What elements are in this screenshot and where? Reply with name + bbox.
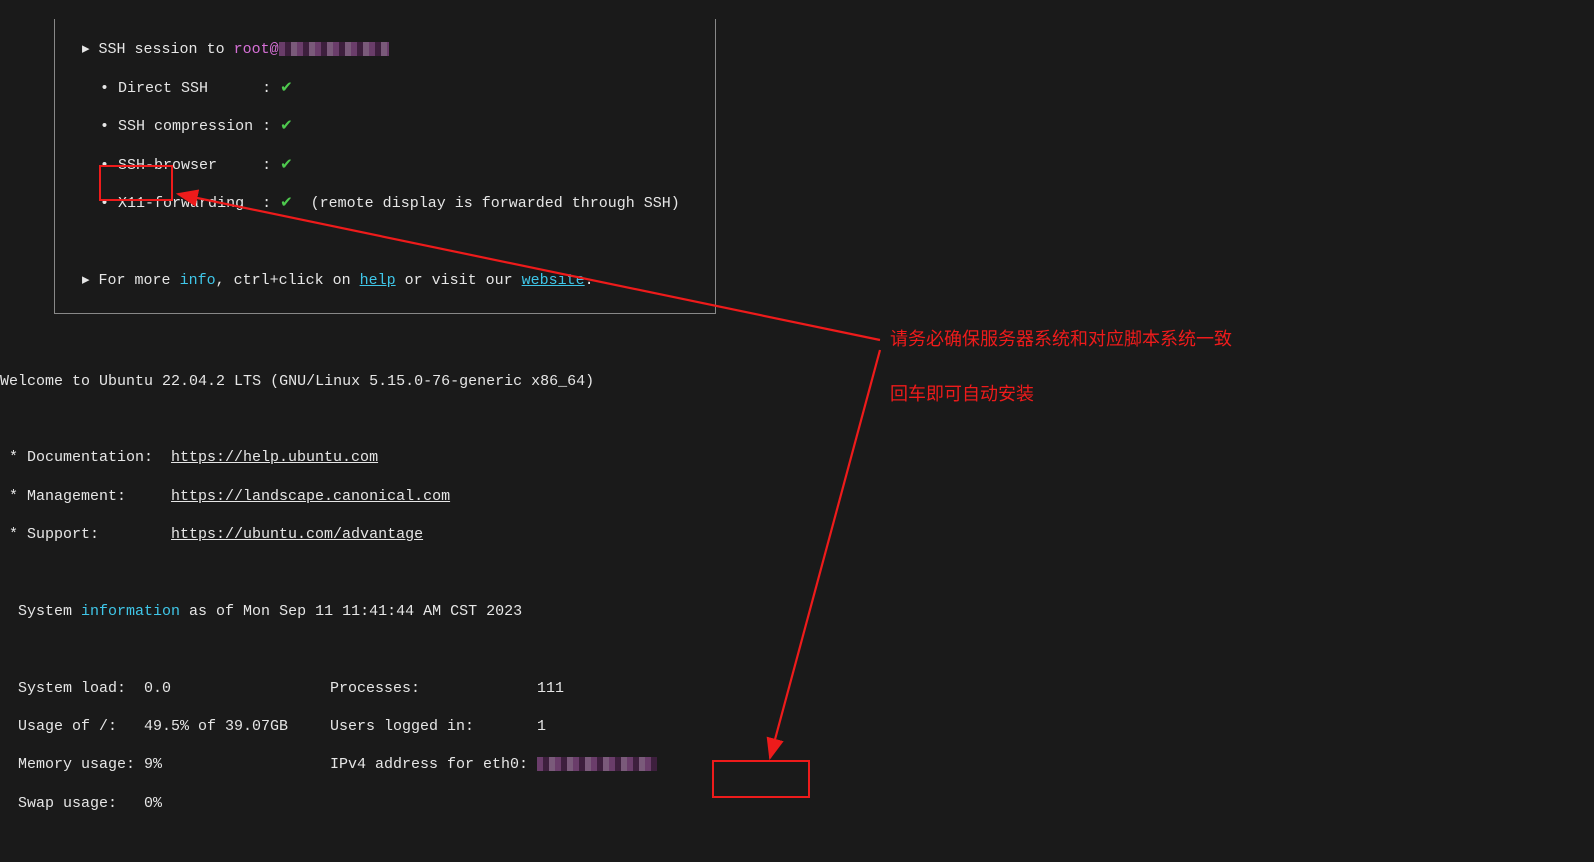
- stat-left: System load: 0.0: [0, 679, 330, 698]
- mgmt-label: * Management:: [0, 488, 171, 505]
- check-icon: ✔: [280, 157, 293, 174]
- sysinfo-prefix: System: [0, 603, 81, 620]
- stat-right: Users logged in: 1: [330, 718, 546, 735]
- redacted-host: [279, 42, 389, 56]
- ssh-feature-line: • Direct SSH : ✔: [55, 79, 715, 98]
- mgmt-url[interactable]: https://landscape.canonical.com: [171, 488, 450, 505]
- feat-label: SSH compression: [118, 118, 253, 135]
- sysinfo-suffix: as of Mon Sep 11 11:41:44 AM CST 2023: [180, 603, 522, 620]
- blank-line: [0, 410, 1134, 429]
- feat-colon: :: [244, 195, 280, 212]
- ssh-banner-box: ▸ SSH session to root@ • Direct SSH : ✔ …: [54, 19, 716, 314]
- check-icon: ✔: [280, 80, 293, 97]
- more-prefix: For more: [99, 272, 180, 289]
- feat-label: SSH-browser: [118, 157, 217, 174]
- ssh-user: root@: [234, 41, 279, 58]
- mgmt-line: * Management: https://landscape.canonica…: [0, 487, 1134, 506]
- website-link[interactable]: website: [522, 272, 585, 289]
- ssh-more-line: ▸ For more info, ctrl+click on help or v…: [55, 271, 715, 290]
- check-icon: ✔: [280, 118, 293, 135]
- ssh-session-prefix: SSH session to: [99, 41, 234, 58]
- feat-trail: (remote display is forwarded through SSH…: [293, 195, 680, 212]
- feat-label: Direct SSH: [118, 80, 208, 97]
- blank-line: [55, 232, 715, 251]
- doc-url[interactable]: https://help.ubuntu.com: [171, 449, 378, 466]
- ssh-feature-line: • X11-forwarding : ✔ (remote display is …: [55, 194, 715, 213]
- blank-line: [0, 640, 1134, 659]
- stat-line: Swap usage: 0%: [0, 794, 1134, 813]
- more-end: .: [585, 272, 594, 289]
- annotation-text-2: 回车即可自动安装: [890, 383, 1034, 406]
- feat-colon: :: [208, 80, 280, 97]
- ssh-session-line: ▸ SSH session to root@: [55, 40, 715, 59]
- stat-line: Usage of /: 49.5% of 39.07GBUsers logged…: [0, 717, 1134, 736]
- welcome-os: Ubuntu: [99, 373, 153, 390]
- doc-line: * Documentation: https://help.ubuntu.com: [0, 448, 1134, 467]
- stat-left: Memory usage: 9%: [0, 755, 330, 774]
- terminal-output: ▸ SSH session to root@ • Direct SSH : ✔ …: [0, 0, 1134, 862]
- welcome-suffix: 22.04.2 LTS (GNU/Linux 5.15.0-76-generic…: [153, 373, 594, 390]
- more-mid: , ctrl+click on: [216, 272, 360, 289]
- ssh-feature-line: • SSH compression : ✔: [55, 117, 715, 136]
- sysinfo-word: information: [81, 603, 180, 620]
- stat-right: IPv4 address for eth0:: [330, 756, 537, 773]
- blank-line: [0, 563, 1134, 582]
- feat-label: X11-forwarding: [118, 195, 244, 212]
- support-line: * Support: https://ubuntu.com/advantage: [0, 525, 1134, 544]
- annotation-text-1: 请务必确保服务器系统和对应脚本系统一致: [890, 328, 1232, 351]
- welcome-prefix: Welcome to: [0, 373, 99, 390]
- support-label: * Support:: [0, 526, 171, 543]
- more-mid2: or visit our: [396, 272, 522, 289]
- info-word: info: [180, 272, 216, 289]
- support-url[interactable]: https://ubuntu.com/advantage: [171, 526, 423, 543]
- check-icon: ✔: [280, 195, 293, 212]
- sysinfo-line: System information as of Mon Sep 11 11:4…: [0, 602, 1134, 621]
- stat-right: Processes: 111: [330, 680, 564, 697]
- stat-line: Memory usage: 9%IPv4 address for eth0:: [0, 755, 1134, 774]
- blank-line: [0, 832, 1134, 851]
- feat-colon: :: [253, 118, 280, 135]
- feat-colon: :: [217, 157, 280, 174]
- stat-left: Usage of /: 49.5% of 39.07GB: [0, 717, 330, 736]
- stat-left: Swap usage: 0%: [0, 795, 162, 812]
- doc-label: * Documentation:: [0, 449, 171, 466]
- stat-line: System load: 0.0Processes: 111: [0, 679, 1134, 698]
- ssh-feature-line: • SSH-browser : ✔: [55, 156, 715, 175]
- redacted-ip: [537, 757, 657, 771]
- help-link[interactable]: help: [360, 272, 396, 289]
